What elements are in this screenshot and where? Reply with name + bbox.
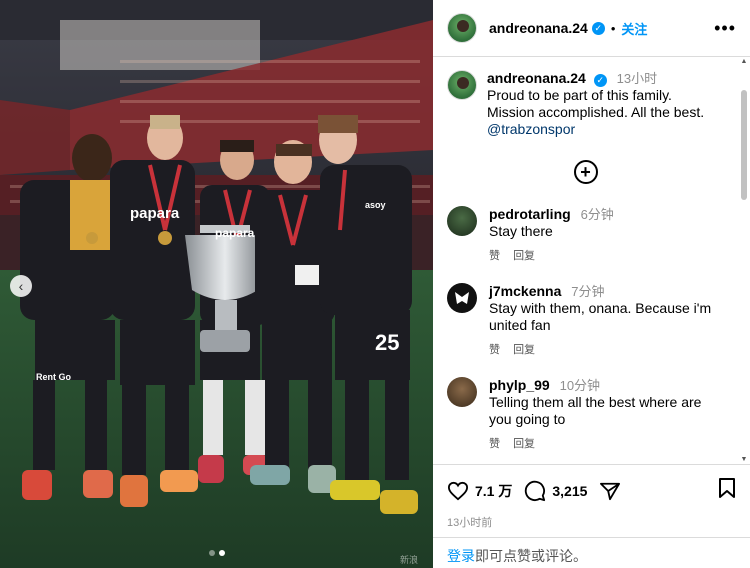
carousel-dot-active — [218, 550, 225, 556]
post-header: andreonana.24 ✓ • 关注 ••• — [433, 0, 750, 57]
verified-badge-icon: ✓ — [593, 74, 607, 87]
follow-button[interactable]: 关注 — [621, 19, 647, 38]
verified-badge-icon: ✓ — [591, 21, 605, 35]
post-side-panel: andreonana.24 ✓ • 关注 ••• andreonana.24 ✓… — [433, 0, 750, 568]
heart-icon — [447, 481, 469, 500]
comments-scrollbar[interactable]: ▲ ▼ — [740, 58, 748, 464]
comment-text: Telling them all the best where are you … — [489, 394, 702, 427]
login-prompt: 登录即可点赞或评论。 — [433, 537, 750, 568]
comment-text: Stay with them, onana. Because i'm unite… — [489, 300, 712, 333]
comment-actions: 赞 回复 — [489, 248, 614, 265]
sponsor-rentgo: Rent Go — [36, 372, 71, 382]
caption-body: andreonana.24 ✓ 13小时 Proud to be part of… — [487, 70, 704, 138]
post-photo[interactable]: papara papara Rent Go 25 asoy 新浪 ‹ — [0, 0, 433, 568]
login-prompt-text: 即可点赞或评论。 — [475, 548, 587, 564]
post-footer: 7.1 万 3,215 13小时前 — [433, 464, 750, 530]
jersey-number: 25 — [375, 330, 400, 355]
comment-time: 10分钟 — [559, 378, 601, 393]
carousel-indicator — [0, 550, 433, 556]
comments-feed[interactable]: andreonana.24 ✓ 13小时 Proud to be part of… — [433, 58, 738, 464]
login-link[interactable]: 登录 — [447, 548, 475, 564]
comment-username[interactable]: j7mckenna — [489, 283, 561, 299]
like-comment-button[interactable]: 赞 — [489, 344, 500, 356]
carousel-dot — [208, 550, 215, 556]
kit-badge: asoy — [365, 200, 386, 210]
comment-username[interactable]: phylp_99 — [489, 377, 550, 393]
more-options-icon[interactable]: ••• — [714, 18, 736, 39]
commenter-avatar[interactable] — [447, 377, 477, 407]
previous-image-button[interactable]: ‹ — [10, 275, 32, 297]
comment-username[interactable]: pedrotarling — [489, 206, 571, 222]
share-paper-plane-icon — [600, 482, 621, 500]
reply-comment-button[interactable]: 回复 — [513, 438, 535, 450]
scroll-down-arrow-icon[interactable]: ▼ — [740, 456, 748, 464]
caption-avatar[interactable] — [447, 70, 477, 100]
caption-username[interactable]: andreonana.24 — [487, 70, 586, 86]
commenter-avatar[interactable] — [447, 206, 477, 236]
like-comment-button[interactable]: 赞 — [489, 438, 500, 450]
bookmark-icon — [719, 478, 735, 498]
like-comment-button[interactable]: 赞 — [489, 250, 500, 262]
comment-time: 6分钟 — [580, 207, 614, 222]
plus-circle-icon[interactable]: + — [573, 160, 598, 184]
comment-bubble-icon — [525, 480, 546, 501]
scrollbar-thumb[interactable] — [741, 90, 747, 200]
comment-item: j7mckenna 7分钟 Stay with them, onana. Bec… — [433, 283, 738, 359]
post-timestamp: 13小时前 — [447, 517, 493, 529]
avatar[interactable] — [447, 13, 477, 43]
comment-text: Stay there — [489, 223, 553, 239]
sponsor-text: papara — [130, 205, 180, 222]
post-actions: 7.1 万 3,215 — [447, 477, 736, 504]
comment-button[interactable]: 3,215 — [524, 480, 587, 502]
mention-link[interactable]: @trabzonspor — [487, 121, 704, 138]
save-button[interactable] — [718, 477, 736, 504]
share-button[interactable] — [599, 481, 621, 501]
separator-dot: • — [610, 20, 616, 36]
caption-line-1: Proud to be part of this family. — [487, 87, 672, 103]
mask-avatar-icon — [455, 292, 469, 304]
commenter-avatar[interactable] — [447, 283, 477, 313]
comment-actions: 赞 回复 — [489, 342, 724, 359]
sponsor-text-2: papara — [215, 226, 255, 240]
comment-actions: 赞 回复 — [489, 436, 724, 453]
load-more-comments: + — [433, 160, 738, 184]
comment-item: phylp_99 10分钟 Telling them all the best … — [433, 377, 738, 453]
comment-body: phylp_99 10分钟 Telling them all the best … — [489, 377, 724, 453]
comment-count: 3,215 — [552, 482, 588, 499]
header-username[interactable]: andreonana.24 — [489, 20, 588, 36]
comment-body: j7mckenna 7分钟 Stay with them, onana. Bec… — [489, 283, 724, 359]
comment-body: pedrotarling 6分钟 Stay there 赞 回复 — [489, 206, 614, 265]
team-photo-illustration — [0, 0, 433, 568]
reply-comment-button[interactable]: 回复 — [513, 250, 535, 262]
reply-comment-button[interactable]: 回复 — [513, 344, 535, 356]
comment-time: 7分钟 — [571, 284, 605, 299]
scroll-up-arrow-icon[interactable]: ▲ — [740, 58, 748, 66]
caption-time: 13小时 — [616, 71, 658, 86]
comment-item: pedrotarling 6分钟 Stay there 赞 回复 — [433, 206, 738, 265]
caption-line-2: Mission accomplished. All the best. — [487, 104, 705, 120]
like-button[interactable]: 7.1 万 — [447, 481, 512, 501]
post-caption: andreonana.24 ✓ 13小时 Proud to be part of… — [433, 58, 738, 138]
like-count: 7.1 万 — [475, 482, 513, 499]
